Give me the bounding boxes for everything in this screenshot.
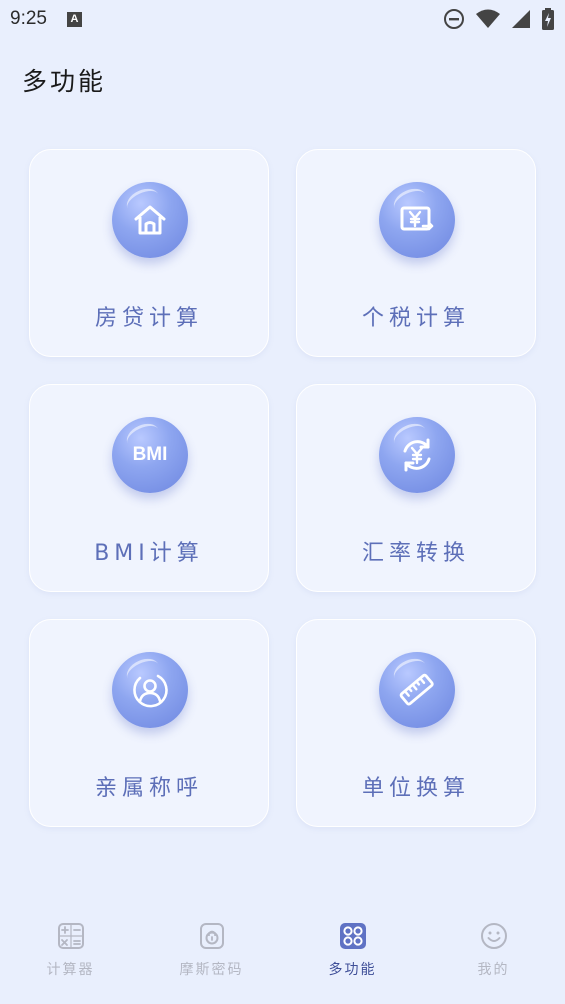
lock-icon xyxy=(200,923,224,949)
bmi-icon: BMI xyxy=(112,417,188,493)
card-income-tax[interactable]: 个税计算 xyxy=(296,149,536,357)
card-unit-conversion[interactable]: 单位换算 xyxy=(296,619,536,827)
card-label: 汇率转换 xyxy=(361,541,470,566)
bottom-tab-bar: 计算器 摩斯密码 多功能 我的 xyxy=(0,914,565,994)
card-label: BMI计算 xyxy=(94,541,204,566)
card-label: 亲属称呼 xyxy=(94,776,203,801)
tab-morse-code[interactable]: 摩斯密码 xyxy=(141,914,282,994)
person-icon xyxy=(112,652,188,728)
card-bmi[interactable]: BMI BMI计算 xyxy=(29,384,269,592)
bmi-icon-text: BMI xyxy=(132,444,168,465)
card-mortgage[interactable]: 房贷计算 xyxy=(29,149,269,357)
card-relatives[interactable]: 亲属称呼 xyxy=(29,619,269,827)
feature-grid: 房贷计算 个税计算 BMI BMI计算 汇率转换 亲属称呼 单位换算 xyxy=(0,0,565,1004)
tab-label: 计算器 xyxy=(46,962,95,978)
tab-calculator[interactable]: 计算器 xyxy=(0,914,141,994)
tab-multifunction[interactable]: 多功能 xyxy=(282,914,423,994)
yuan-transfer-icon xyxy=(379,182,455,258)
smiley-icon xyxy=(481,923,507,949)
tab-label: 我的 xyxy=(477,962,510,978)
calculator-icon xyxy=(58,923,84,949)
grid-icon xyxy=(340,923,366,949)
card-exchange-rate[interactable]: 汇率转换 xyxy=(296,384,536,592)
house-icon xyxy=(112,182,188,258)
ruler-icon xyxy=(379,652,455,728)
card-label: 单位换算 xyxy=(361,776,470,801)
tab-label: 摩斯密码 xyxy=(179,962,244,978)
currency-exchange-icon xyxy=(379,417,455,493)
card-label: 个税计算 xyxy=(361,306,470,331)
tab-label: 多功能 xyxy=(328,962,377,978)
card-label: 房贷计算 xyxy=(94,306,203,331)
tab-mine[interactable]: 我的 xyxy=(423,914,564,994)
